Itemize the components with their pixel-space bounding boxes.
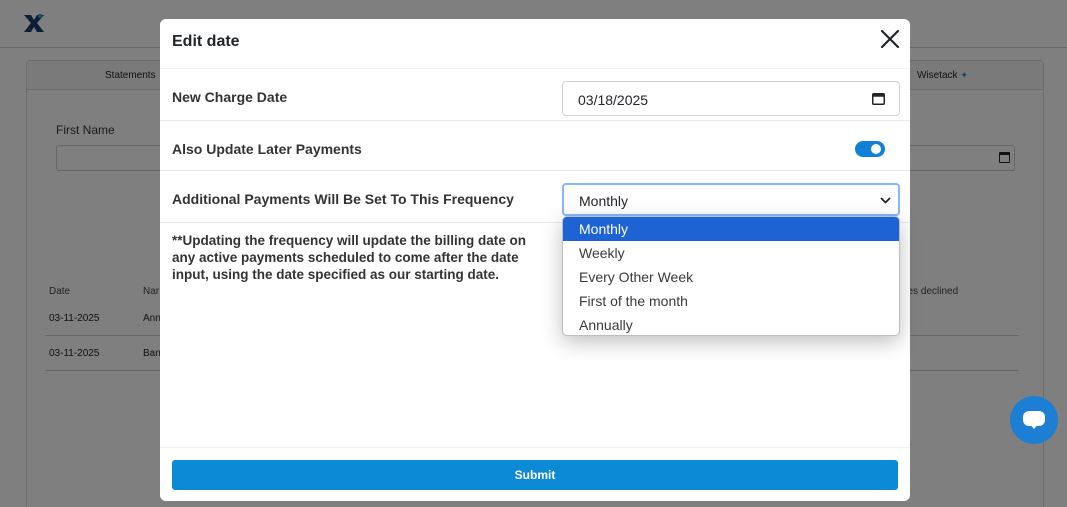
new-charge-date-label: New Charge Date	[172, 89, 288, 105]
update-later-label: Also Update Later Payments	[172, 141, 362, 157]
chevron-down-icon	[880, 197, 891, 204]
frequency-option-every-other-week[interactable]: Every Other Week	[563, 265, 899, 289]
frequency-option-monthly[interactable]: Monthly	[563, 217, 899, 241]
update-later-row: Also Update Later Payments	[160, 121, 910, 171]
submit-button[interactable]: Submit	[172, 460, 898, 490]
frequency-label: Additional Payments Will Be Set To This …	[172, 191, 514, 207]
frequency-option-weekly[interactable]: Weekly	[563, 241, 899, 265]
new-charge-date-row: New Charge Date 03/18/2025	[160, 69, 910, 121]
modal-header: Edit date	[160, 19, 910, 69]
frequency-dropdown: Monthly Weekly Every Other Week First of…	[562, 216, 900, 336]
calendar-icon[interactable]	[872, 92, 885, 105]
toggle-knob	[871, 144, 881, 154]
close-button[interactable]	[878, 27, 902, 51]
frequency-update-note: **Updating the frequency will update the…	[172, 233, 527, 282]
close-icon	[880, 29, 900, 49]
chat-launcher-button[interactable]	[1010, 396, 1058, 444]
update-later-toggle[interactable]	[855, 141, 885, 157]
new-charge-date-input[interactable]: 03/18/2025	[562, 81, 900, 116]
frequency-select[interactable]: Monthly	[562, 183, 900, 216]
frequency-selected-value: Monthly	[579, 193, 629, 209]
frequency-option-first-of-month[interactable]: First of the month	[563, 289, 899, 313]
edit-date-modal: Edit date New Charge Date 03/18/2025 Als…	[160, 19, 910, 501]
modal-footer: Submit	[160, 447, 910, 501]
modal-title: Edit date	[172, 33, 240, 50]
chat-bubble-tail	[1029, 423, 1039, 429]
new-charge-date-value: 03/18/2025	[578, 92, 649, 108]
frequency-option-annually[interactable]: Annually	[563, 313, 899, 335]
